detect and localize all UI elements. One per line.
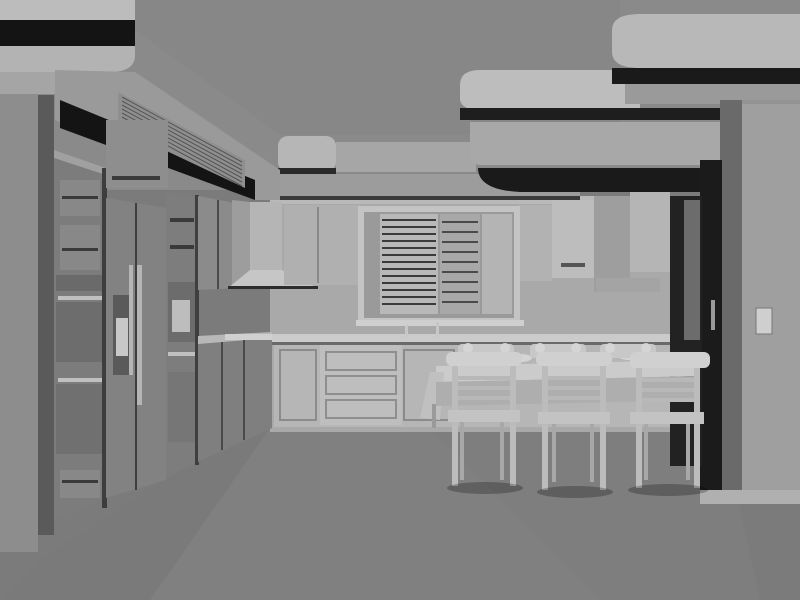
kitchen-render: [0, 0, 800, 600]
coffee-machine-cabinet: [166, 192, 199, 478]
window: [356, 206, 524, 326]
left-wall-column: [0, 72, 55, 552]
upper-cabinets-left: [198, 196, 250, 290]
tall-oven-cabinet: [54, 150, 107, 520]
refrigerator: [106, 120, 168, 498]
